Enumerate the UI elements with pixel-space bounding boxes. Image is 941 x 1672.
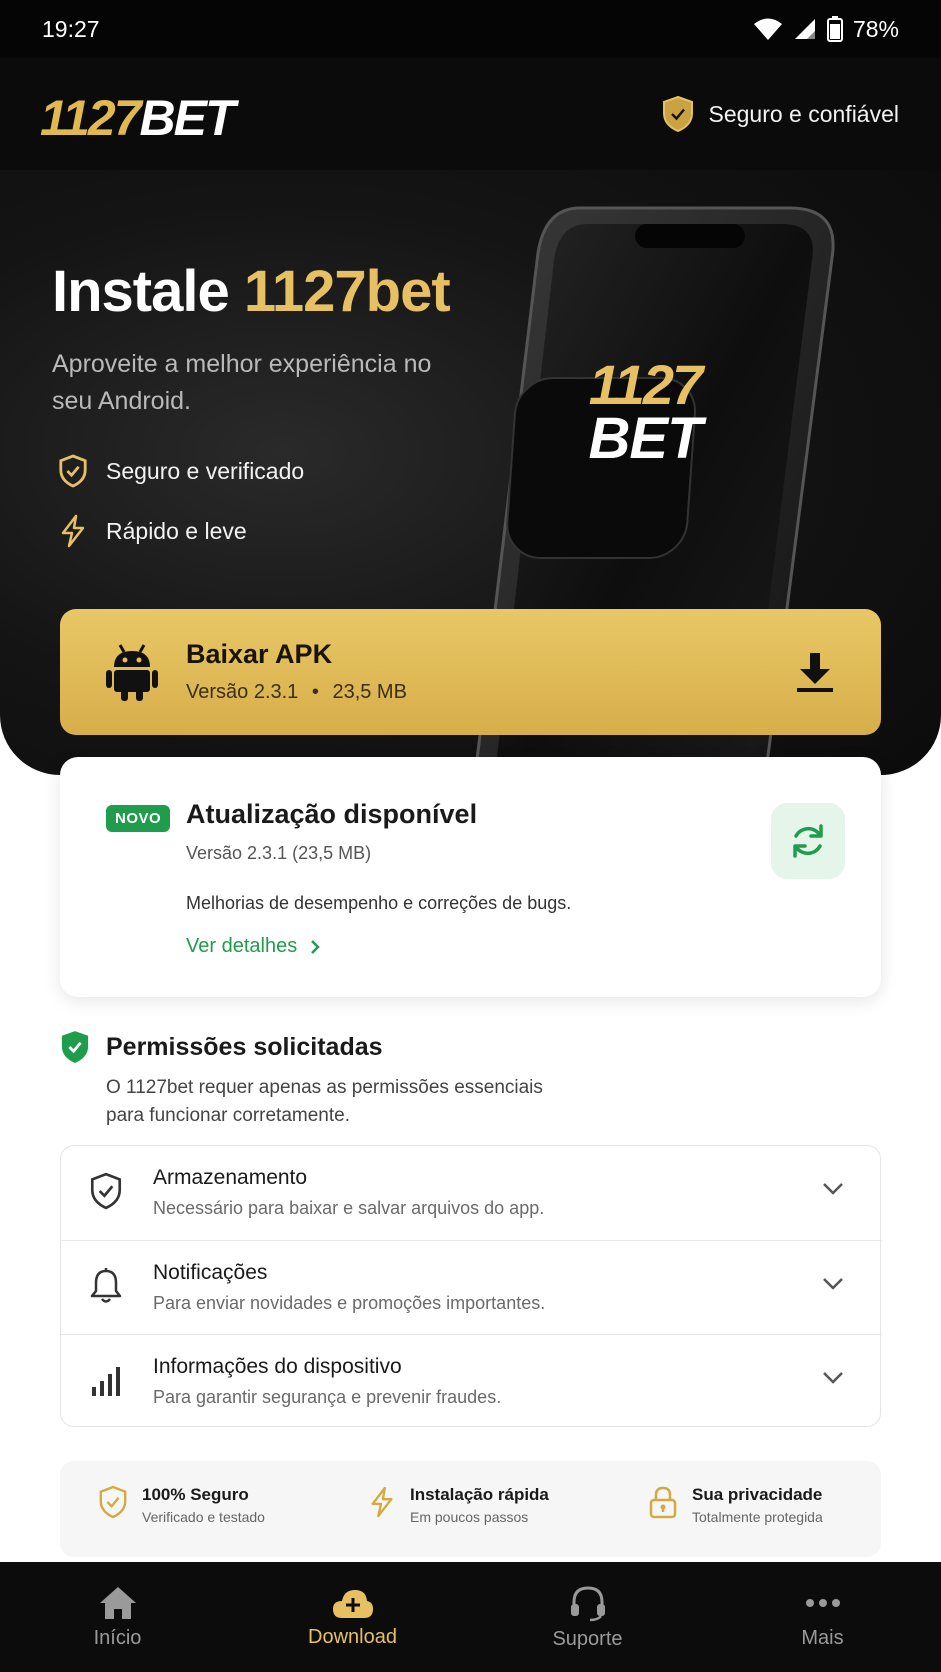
trust-label: Seguro e confiável (708, 100, 899, 127)
android-icon (106, 644, 158, 701)
apk-separator: • (311, 681, 319, 703)
trust-item-subtitle: Verificado e testado (142, 1509, 265, 1525)
trust-indicator: Seguro e confiável (662, 96, 899, 132)
chevron-down-icon (823, 1278, 843, 1290)
bolt-icon (61, 514, 85, 548)
signal-bars-icon (92, 1367, 120, 1396)
permission-notifications[interactable]: Notificações Para enviar novidades e pro… (61, 1240, 882, 1334)
battery-icon (826, 16, 843, 42)
logo-word: BET (139, 90, 236, 146)
cellular-signal-icon (794, 19, 815, 39)
refresh-button[interactable] (771, 803, 845, 879)
permissions-header: Permissões solicitadas (60, 1030, 383, 1064)
chevron-down-icon (823, 1183, 843, 1195)
nav-more[interactable]: Mais (705, 1562, 940, 1672)
hero-title: Instale 1127bet (52, 258, 451, 325)
shield-check-icon (99, 1485, 127, 1519)
update-card: NOVO Atualização disponível Versão 2.3.1… (60, 757, 881, 997)
nav-label: Suporte (552, 1627, 623, 1650)
feature-secure: Seguro e verificado (58, 454, 304, 488)
trust-item-title: Instalação rápida (410, 1485, 549, 1504)
logo-number: 1127 (40, 90, 142, 146)
brand-logo[interactable]: 1127BET (40, 88, 236, 148)
permission-text: Para garantir segurança e prevenir fraud… (153, 1387, 502, 1407)
headset-icon (570, 1585, 605, 1621)
phone-app-logo: 1127 BET (560, 353, 730, 471)
update-title: Atualização disponível (186, 799, 478, 829)
chevron-down-icon (823, 1372, 843, 1384)
trust-item-privacy: Sua privacidade Totalmente protegida (648, 1485, 823, 1525)
nav-support[interactable]: Suporte (470, 1562, 705, 1672)
status-icons: 78% (753, 16, 899, 43)
permission-text: Necessário para baixar e salvar arquivos… (153, 1198, 545, 1218)
phone-logo-word: BET (588, 406, 703, 471)
view-details-label: Ver detalhes (186, 935, 298, 957)
trust-item-title: Sua privacidade (692, 1485, 823, 1504)
trust-item-title: 100% Seguro (142, 1485, 249, 1504)
shield-check-icon (663, 96, 694, 132)
permission-name: Notificações (153, 1261, 268, 1284)
shield-check-icon (90, 1172, 122, 1210)
permission-name: Armazenamento (153, 1166, 308, 1189)
top-bar: 1127BET Seguro e confiável (0, 58, 941, 170)
nav-home[interactable]: Início (0, 1562, 235, 1672)
shield-check-icon (59, 454, 87, 488)
trust-item-fast-install: Instalação rápida Em poucos passos (368, 1485, 549, 1525)
feature-fast: Rápido e leve (58, 514, 247, 548)
permissions-description: O 1127bet requer apenas as permissões es… (106, 1077, 543, 1126)
apk-size: 23,5 MB (332, 681, 407, 703)
wifi-icon (753, 18, 782, 40)
battery-percent: 78% (852, 15, 899, 42)
update-version: Versão 2.3.1 (23,5 MB) (186, 843, 372, 863)
bottom-navigation: Início Download Suporte Mais (0, 1562, 941, 1672)
hero-subtitle: Aproveite a melhor experiência no seu An… (52, 350, 432, 415)
bell-icon (90, 1268, 122, 1303)
bolt-icon (371, 1486, 393, 1518)
permissions-title: Permissões solicitadas (106, 1032, 383, 1061)
permission-storage[interactable]: Armazenamento Necessário para baixar e s… (61, 1146, 882, 1240)
permissions-list: Armazenamento Necessário para baixar e s… (60, 1145, 882, 1428)
trust-strip: 100% Seguro Verificado e testado Instala… (60, 1461, 881, 1557)
feature-label: Rápido e leve (106, 517, 247, 544)
apk-version: Versão 2.3.1 (186, 681, 299, 703)
hero-section: 1127BET Seguro e confiável Instale 1127b… (0, 58, 941, 775)
nav-download[interactable]: Download (235, 1562, 470, 1672)
status-bar: 19:27 78% (0, 0, 941, 58)
view-details-link[interactable]: Ver detalhes (186, 935, 321, 958)
cloud-download-icon (332, 1589, 373, 1618)
nav-label: Início (93, 1626, 142, 1649)
new-badge: NOVO (106, 805, 171, 832)
nav-label: Mais (801, 1626, 844, 1649)
trust-item-subtitle: Totalmente protegida (692, 1509, 823, 1525)
download-apk-button[interactable]: Baixar APK Versão 2.3.1 • 23,5 MB (60, 609, 881, 735)
lock-icon (649, 1486, 677, 1519)
hero-title-brand: 1127bet (243, 259, 451, 324)
refresh-icon (793, 824, 823, 858)
permission-device-info[interactable]: Informações do dispositivo Para garantir… (61, 1334, 882, 1428)
apk-title: Baixar APK (186, 639, 333, 669)
phone-logo-number: 1127 (588, 353, 703, 416)
status-time: 19:27 (42, 15, 100, 42)
nav-label: Download (308, 1625, 397, 1648)
more-dots-icon (805, 1598, 840, 1607)
download-icon (797, 653, 833, 692)
hero-title-prefix: Instale (52, 259, 244, 324)
permission-text: Para enviar novidades e promoções import… (153, 1293, 546, 1313)
update-description: Melhorias de desempenho e correções de b… (186, 893, 572, 913)
trust-item-secure: 100% Seguro Verificado e testado (98, 1485, 265, 1525)
feature-label: Seguro e verificado (106, 457, 305, 484)
home-icon (99, 1586, 136, 1619)
shield-check-icon (61, 1031, 89, 1063)
permission-name: Informações do dispositivo (153, 1355, 402, 1378)
trust-item-subtitle: Em poucos passos (410, 1509, 529, 1525)
apk-meta: Versão 2.3.1 • 23,5 MB (186, 681, 407, 704)
chevron-right-icon (311, 939, 320, 954)
